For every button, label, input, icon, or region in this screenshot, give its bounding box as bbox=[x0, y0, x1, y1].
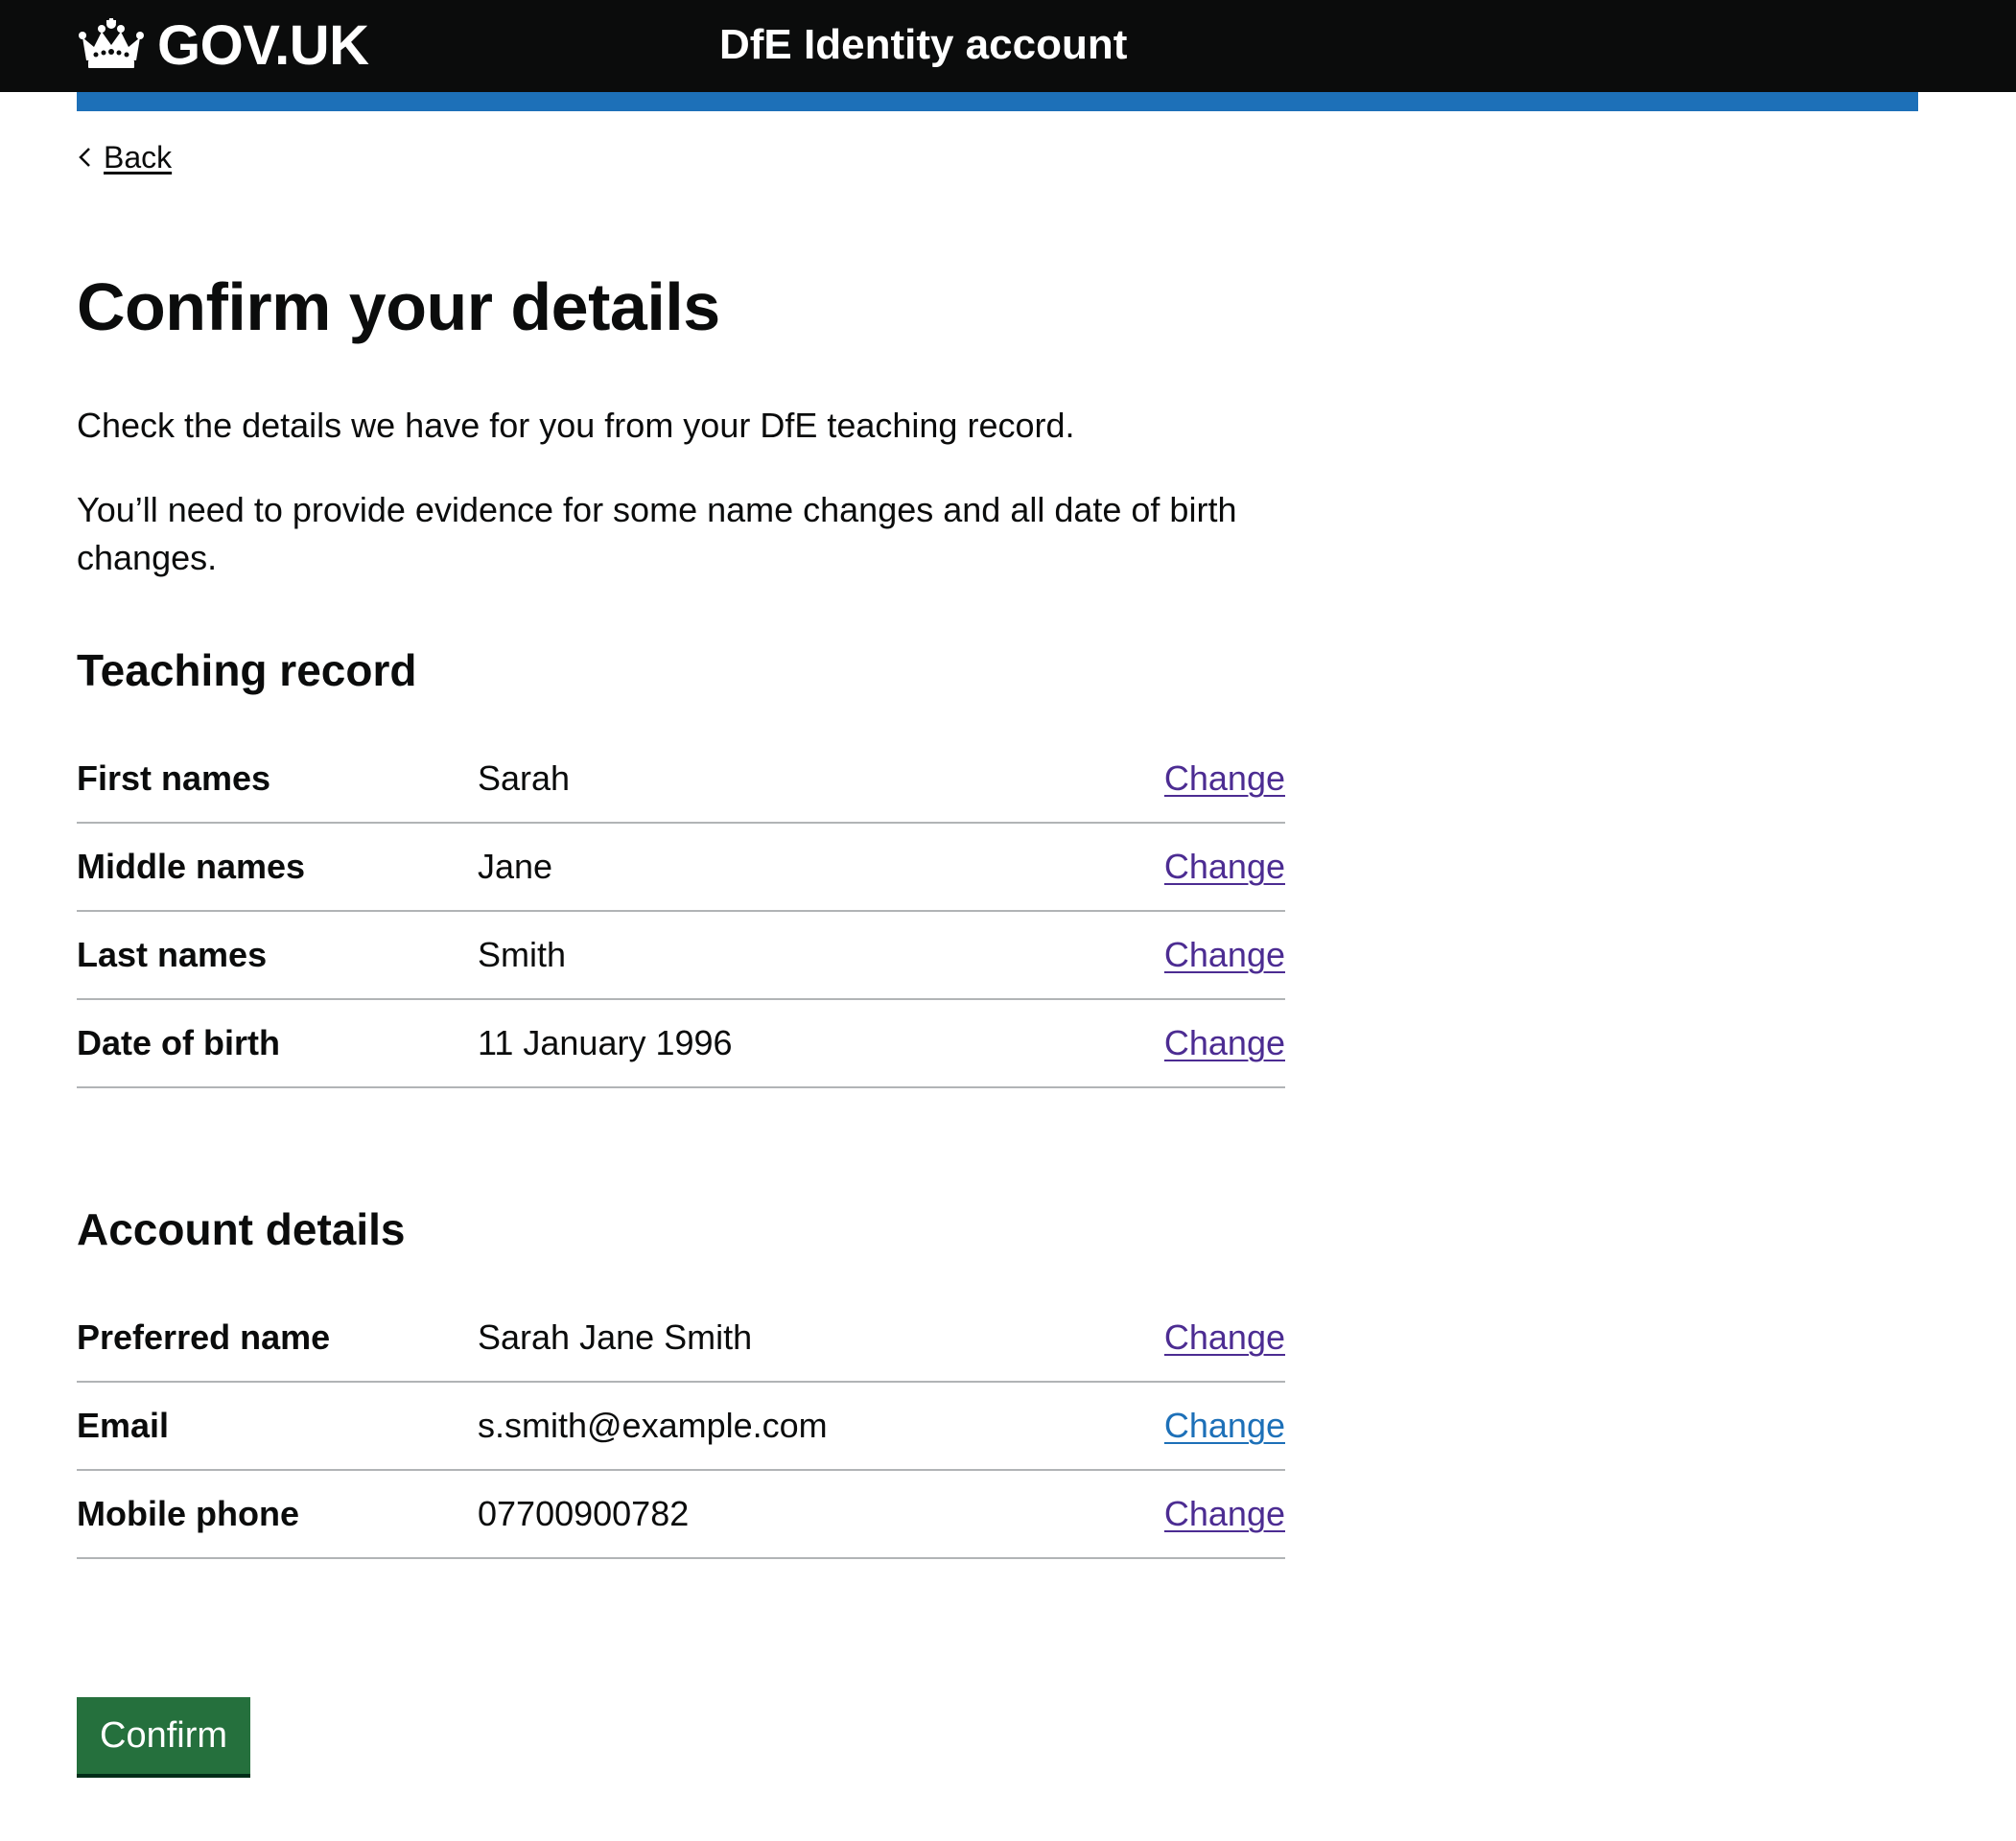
summary-key: Mobile phone bbox=[77, 1494, 299, 1534]
site-header: GOV.UK DfE Identity account bbox=[0, 0, 2016, 92]
change-mobile-phone-link[interactable]: Change bbox=[1164, 1494, 1285, 1533]
summary-key: Date of birth bbox=[77, 1022, 280, 1062]
summary-value: Sarah bbox=[478, 757, 571, 798]
chevron-left-icon bbox=[79, 148, 90, 167]
summary-action: Change bbox=[1132, 1023, 1285, 1063]
summary-key: Last names bbox=[77, 934, 268, 974]
summary-action: Change bbox=[1132, 847, 1285, 887]
teaching-record-heading: Teaching record bbox=[77, 644, 417, 695]
summary-action: Change bbox=[1132, 758, 1285, 799]
teaching-record-summary-list: First names Sarah Change Middle names Ja… bbox=[77, 735, 1285, 1088]
summary-action: Change bbox=[1132, 1494, 1285, 1534]
back-link[interactable]: Back bbox=[77, 138, 172, 176]
service-name-link[interactable]: DfE Identity account bbox=[719, 15, 1127, 75]
summary-value: Sarah Jane Smith bbox=[478, 1317, 753, 1358]
change-last-names-link[interactable]: Change bbox=[1164, 935, 1285, 974]
summary-row-date-of-birth: Date of birth 11 January 1996 Change bbox=[77, 1000, 1285, 1088]
change-middle-names-link[interactable]: Change bbox=[1164, 847, 1285, 886]
main-content: Confirm your details Check the details w… bbox=[77, 268, 1285, 1560]
summary-value: Smith bbox=[478, 934, 567, 974]
summary-row-first-names: First names Sarah Change bbox=[77, 735, 1285, 824]
summary-row-preferred-name: Preferred name Sarah Jane Smith Change bbox=[77, 1294, 1285, 1384]
summary-action: Change bbox=[1132, 935, 1285, 975]
header-container: GOV.UK DfE Identity account bbox=[77, 0, 1918, 92]
summary-value: 11 January 1996 bbox=[478, 1022, 733, 1062]
summary-key: Preferred name bbox=[77, 1317, 331, 1358]
summary-action: Change bbox=[1132, 1406, 1285, 1446]
summary-key: Middle names bbox=[77, 846, 306, 886]
crown-icon bbox=[79, 18, 144, 68]
change-date-of-birth-link[interactable]: Change bbox=[1164, 1023, 1285, 1062]
evidence-paragraph: You’ll need to provide evidence for some… bbox=[77, 489, 1237, 578]
govuk-logo-link[interactable]: GOV.UK bbox=[77, 12, 369, 79]
change-preferred-name-link[interactable]: Change bbox=[1164, 1317, 1285, 1357]
summary-value: Jane bbox=[478, 846, 553, 886]
summary-key: First names bbox=[77, 757, 271, 798]
summary-value: 07700900782 bbox=[478, 1494, 690, 1534]
summary-row-middle-names: Middle names Jane Change bbox=[77, 824, 1285, 912]
intro-paragraph: Check the details we have for you from y… bbox=[77, 405, 1075, 445]
account-details-summary-list: Preferred name Sarah Jane Smith Change E… bbox=[77, 1294, 1285, 1560]
summary-row-mobile-phone: Mobile phone 07700900782 Change bbox=[77, 1471, 1285, 1560]
summary-key: Email bbox=[77, 1406, 170, 1446]
header-accent-bar bbox=[77, 92, 1918, 111]
summary-value: s.smith@example.com bbox=[478, 1406, 828, 1446]
page-title: Confirm your details bbox=[77, 269, 720, 344]
account-details-heading: Account details bbox=[77, 1203, 406, 1254]
back-link-label: Back bbox=[104, 139, 173, 175]
summary-row-email: Email s.smith@example.com Change bbox=[77, 1383, 1285, 1472]
change-email-link[interactable]: Change bbox=[1164, 1406, 1285, 1445]
summary-row-last-names: Last names Smith Change bbox=[77, 912, 1285, 1000]
confirm-button[interactable]: Confirm bbox=[77, 1697, 251, 1774]
summary-action: Change bbox=[1132, 1317, 1285, 1358]
govuk-logo-text: GOV.UK bbox=[157, 13, 369, 77]
change-first-names-link[interactable]: Change bbox=[1164, 758, 1285, 798]
